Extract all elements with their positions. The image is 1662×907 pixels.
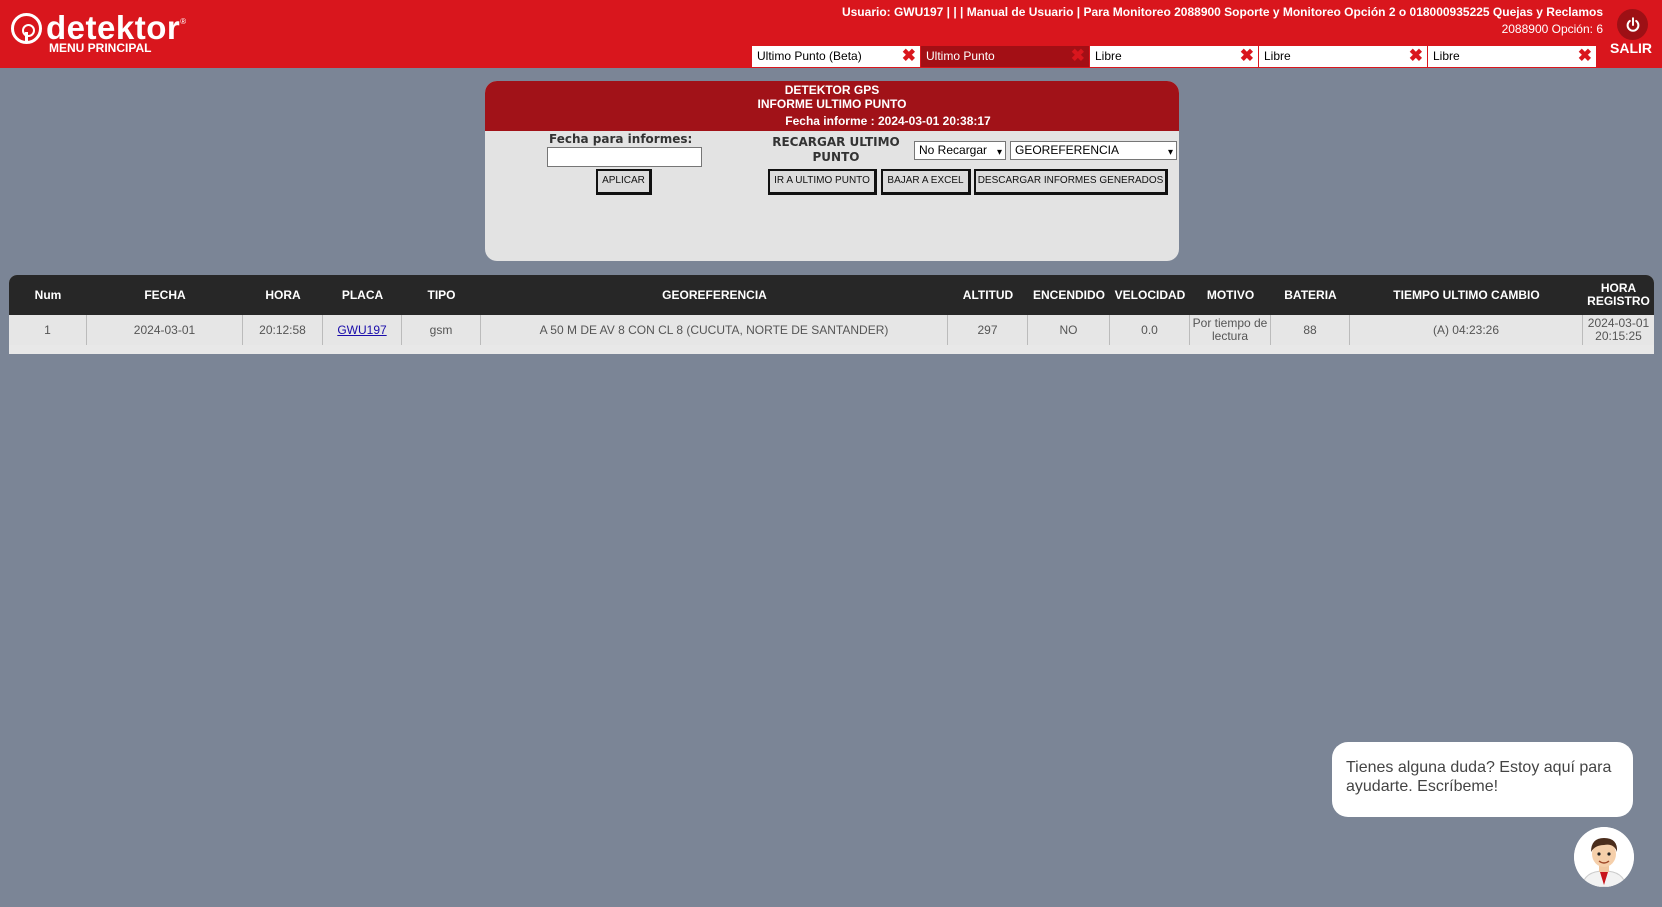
cell-placa-link[interactable]: GWU197 xyxy=(323,315,402,345)
col-hora[interactable]: HORA xyxy=(243,275,323,315)
date-label: Fecha para informes: xyxy=(549,132,693,146)
tab-ultimo-punto-beta[interactable]: Ultimo Punto (Beta) ✖ xyxy=(752,46,920,67)
col-tiempo-ultimo-cambio[interactable]: TIEMPO ULTIMO CAMBIO xyxy=(1350,275,1583,315)
cell-fecha: 2024-03-01 xyxy=(87,315,243,345)
col-fecha[interactable]: FECHA xyxy=(87,275,243,315)
report-tabs: Ultimo Punto (Beta) ✖ Ultimo Punto ✖ Lib… xyxy=(752,46,1597,67)
last-point-table: Num FECHA HORA PLACA TIPO GEOREFERENCIA … xyxy=(9,275,1654,354)
user-info: Usuario: GWU197 | | | Manual de Usuario … xyxy=(703,4,1603,38)
cell-tiempo-ultimo-cambio: (A) 04:23:26 xyxy=(1350,315,1583,345)
logout-label[interactable]: SALIR xyxy=(1610,40,1652,56)
tab-label: Libre xyxy=(1433,49,1460,63)
logo-registered-mark: ® xyxy=(180,17,187,26)
close-icon[interactable]: ✖ xyxy=(1240,47,1254,65)
export-excel-button[interactable]: BAJAR A EXCEL xyxy=(881,169,971,195)
cell-num: 1 xyxy=(9,315,87,345)
close-icon[interactable]: ✖ xyxy=(1071,47,1085,65)
chat-greeting-bubble[interactable]: Tienes alguna duda? Estoy aquí para ayud… xyxy=(1332,742,1633,817)
col-hora-registro[interactable]: HORA REGISTRO xyxy=(1583,275,1654,315)
panel-subtitle: INFORME ULTIMO PUNTO xyxy=(757,97,907,111)
col-placa[interactable]: PLACA xyxy=(323,275,402,315)
detektor-logo[interactable]: detektor ® xyxy=(11,11,186,45)
col-altitud[interactable]: ALTITUD xyxy=(948,275,1028,315)
cell-motivo: Por tiempo de lectura xyxy=(1190,315,1271,345)
tab-label: Ultimo Punto (Beta) xyxy=(757,49,862,63)
cell-hora: 20:12:58 xyxy=(243,315,323,345)
top-header: detektor ® MENU PRINCIPAL Usuario: GWU19… xyxy=(0,0,1662,68)
tab-label: Ultimo Punto xyxy=(926,49,995,63)
logout-button[interactable] xyxy=(1617,9,1648,40)
table-row: 1 2024-03-01 20:12:58 GWU197 gsm A 50 M … xyxy=(9,315,1654,345)
col-bateria[interactable]: BATERIA xyxy=(1271,275,1350,315)
geo-select[interactable]: GEOREFERENCIA ▾ xyxy=(1010,141,1177,160)
cell-encendido: NO xyxy=(1028,315,1110,345)
date-input[interactable] xyxy=(547,147,702,167)
reload-select[interactable]: No Recargar ▾ xyxy=(914,141,1006,160)
goto-last-point-button[interactable]: IR A ULTIMO PUNTO xyxy=(768,169,877,195)
col-encendido[interactable]: ENCENDIDO xyxy=(1028,275,1110,315)
cell-bateria: 88 xyxy=(1271,315,1350,345)
power-icon xyxy=(1626,16,1639,32)
panel-title: DETEKTOR GPS xyxy=(784,83,880,97)
close-icon[interactable]: ✖ xyxy=(1578,47,1592,65)
user-info-line-2: 2088900 Opción: 6 xyxy=(1501,22,1603,36)
cell-georeferencia: A 50 M DE AV 8 CON CL 8 (CUCUTA, NORTE D… xyxy=(481,315,948,345)
tab-libre-2[interactable]: Libre ✖ xyxy=(1259,46,1427,67)
cell-altitud: 297 xyxy=(948,315,1028,345)
tab-libre-1[interactable]: Libre ✖ xyxy=(1090,46,1258,67)
logo-mark-icon xyxy=(11,12,42,44)
cell-tipo: gsm xyxy=(402,315,481,345)
col-motivo[interactable]: MOTIVO xyxy=(1190,275,1271,315)
close-icon[interactable]: ✖ xyxy=(1409,47,1423,65)
table-header: Num FECHA HORA PLACA TIPO GEOREFERENCIA … xyxy=(9,275,1654,315)
tab-ultimo-punto[interactable]: Ultimo Punto ✖ xyxy=(921,46,1089,67)
report-panel: DETEKTOR GPS INFORME ULTIMO PUNTO Fecha … xyxy=(485,81,1179,261)
col-georeferencia[interactable]: GEOREFERENCIA xyxy=(481,275,948,315)
geo-select-value: GEOREFERENCIA xyxy=(1015,143,1120,157)
assistant-avatar-icon xyxy=(1574,827,1634,887)
chevron-down-icon: ▾ xyxy=(1167,147,1173,158)
user-info-line-1: Usuario: GWU197 | | | Manual de Usuario … xyxy=(841,5,1603,19)
report-date: Fecha informe : 2024-03-01 20:38:17 xyxy=(485,114,1179,131)
cell-velocidad: 0.0 xyxy=(1110,315,1190,345)
close-icon[interactable]: ✖ xyxy=(902,47,916,65)
chevron-down-icon: ▾ xyxy=(996,147,1002,158)
reload-select-value: No Recargar xyxy=(919,143,988,157)
download-reports-button[interactable]: DESCARGAR INFORMES GENERADOS xyxy=(974,169,1168,195)
menu-principal-link[interactable]: MENU PRINCIPAL xyxy=(49,41,151,55)
tab-label: Libre xyxy=(1095,49,1122,63)
col-num[interactable]: Num xyxy=(9,275,87,315)
logo-text: detektor xyxy=(46,9,181,46)
apply-button[interactable]: APLICAR xyxy=(596,169,652,195)
tab-label: Libre xyxy=(1264,49,1291,63)
col-tipo[interactable]: TIPO xyxy=(402,275,481,315)
col-velocidad[interactable]: VELOCIDAD xyxy=(1110,275,1190,315)
chat-launcher-button[interactable] xyxy=(1574,827,1634,887)
cell-hora-registro: 2024-03-01 20:15:25 xyxy=(1587,316,1650,343)
tab-libre-3[interactable]: Libre ✖ xyxy=(1428,46,1596,67)
reload-label: RECARGAR ULTIMO PUNTO xyxy=(772,135,900,164)
